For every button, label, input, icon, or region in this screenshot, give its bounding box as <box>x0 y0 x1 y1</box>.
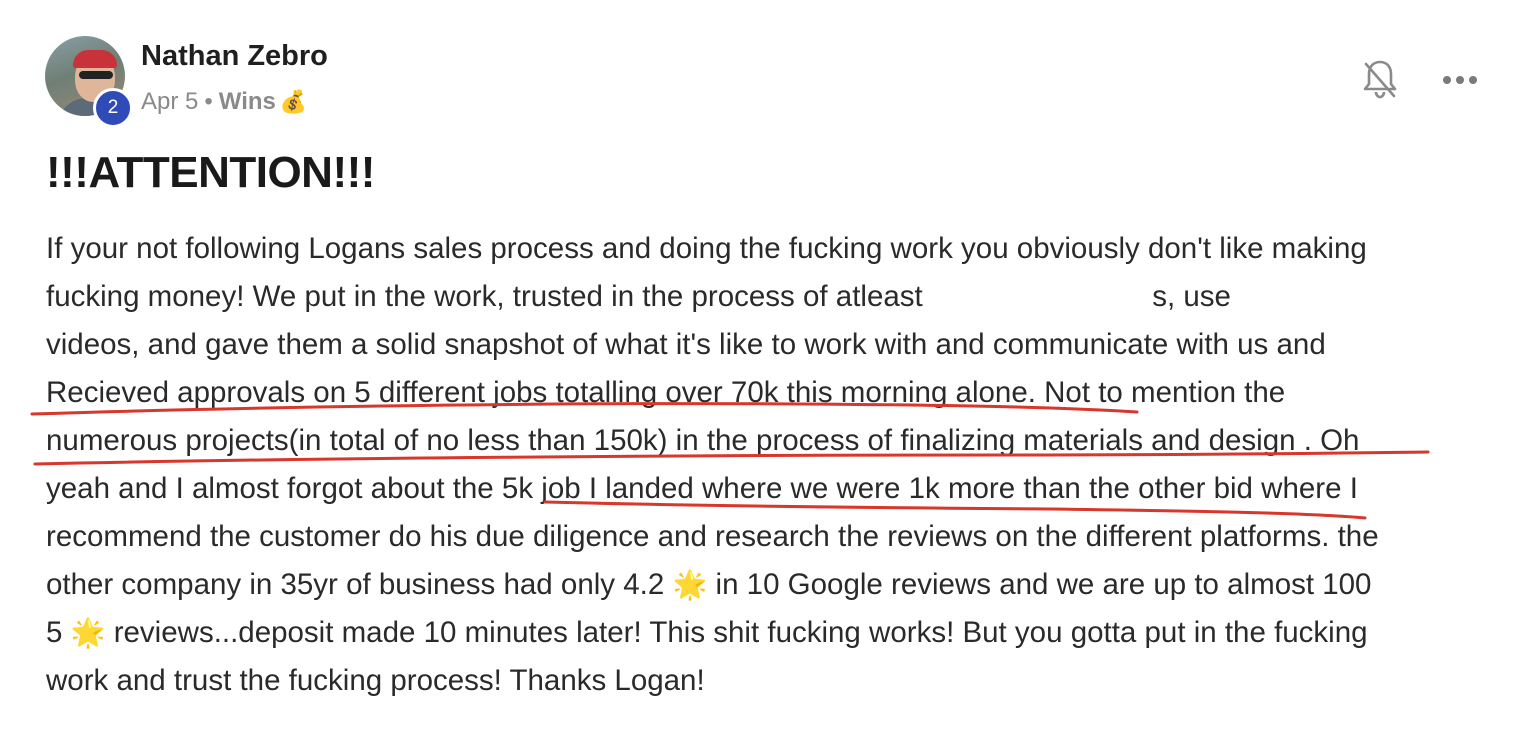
body-line: videos, and gave them a solid snapshot o… <box>46 328 1326 361</box>
body-line: yeah and I almost forgot about the 5k jo… <box>46 472 1358 505</box>
body-line-text: reviews...deposit made 10 minutes later!… <box>113 616 1368 649</box>
body-line-text: s, use <box>1152 280 1231 313</box>
post-date[interactable]: Apr 5 <box>141 88 198 116</box>
body-line: work and trust the fucking process! Than… <box>46 664 705 697</box>
body-line: 5 🌟 reviews...deposit made 10 minutes la… <box>46 609 1379 657</box>
body-line-text: 5 <box>46 616 63 649</box>
body-line: fucking money! We put in the work, trust… <box>46 273 1379 321</box>
meta-separator: • <box>204 88 213 115</box>
post-title: !!!ATTENTION!!! <box>46 148 375 197</box>
money-bag-icon: 💰 <box>279 89 308 114</box>
post-meta: Apr 5 • Wins 💰 <box>141 88 307 116</box>
body-line: Recieved approvals on 5 different jobs t… <box>46 376 1286 409</box>
body-line-text: fucking money! We put in the work, trust… <box>46 280 923 313</box>
level-badge: 2 <box>93 88 133 128</box>
author-name[interactable]: Nathan Zebro <box>141 40 328 73</box>
author-avatar[interactable]: 2 <box>45 36 133 128</box>
body-line: other company in 35yr of business had on… <box>46 561 1379 609</box>
bell-slash-icon[interactable] <box>1362 58 1398 100</box>
body-line-text: in 10 Google reviews and we are up to al… <box>715 568 1372 601</box>
body-line: recommend the customer do his due dilige… <box>46 520 1379 553</box>
redacted-text <box>923 280 1153 313</box>
post-card: 2 Nathan Zebro Apr 5 • Wins 💰 !!!ATTENTI… <box>0 0 1516 742</box>
body-line-text: other company in 35yr of business had on… <box>46 568 665 601</box>
post-body: If your not following Logans sales proce… <box>46 225 1379 705</box>
star-icon: 🌟 <box>672 569 708 600</box>
body-line: numerous projects(in total of no less th… <box>46 424 1360 457</box>
more-horizontal-icon[interactable] <box>1440 64 1480 94</box>
body-line: If your not following Logans sales proce… <box>46 232 1367 265</box>
star-icon: 🌟 <box>70 617 106 648</box>
post-category[interactable]: Wins <box>219 88 276 116</box>
